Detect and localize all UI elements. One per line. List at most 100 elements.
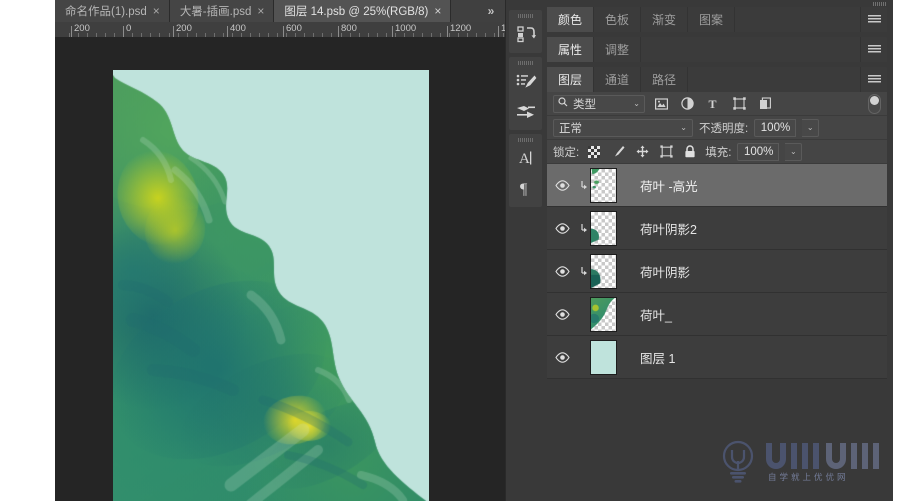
paragraph-panel-icon[interactable]: ¶ [509,173,542,203]
layer-name[interactable]: 荷叶_ [634,305,672,324]
layer-list[interactable]: 荷叶 -高光 荷叶阴影2 荷叶阴影荷叶_ 图层 1 [547,164,887,379]
opacity-chevron-down-icon[interactable]: ⌄ [802,118,820,137]
tab-gradients[interactable]: 渐变 [641,7,689,32]
blend-opacity-row: 正常 ⌄ 不透明度: 100% ⌄ [547,116,887,140]
tab-properties[interactable]: 属性 [547,37,595,62]
document-tab-2[interactable]: 图层 14.psb @ 25%(RGB/8) × [274,0,452,25]
layer-filter-kind-label: 类型 [573,98,596,111]
layer-thumbnail-cell[interactable] [590,296,634,332]
layer-visibility-toggle-4[interactable] [547,351,577,363]
eye-icon [554,265,570,277]
layer-thumbnail [590,210,617,246]
layers-panel-tabstrip: 图层 通道 路径 [547,67,887,92]
chevron-down-icon[interactable]: ⌄ [680,123,687,132]
history-actions-icon[interactable] [509,19,542,49]
document-tab-0-close-icon[interactable]: × [153,5,160,17]
document-tab-1-label: 大暑-插画.psd [179,6,252,18]
adjustment-filter-icon[interactable] [677,95,697,113]
right-panel-column: 颜色 色板 渐变 图案 属性 调整 图层 通道 路径 类型 ⌄ T 正常 ⌄ 不… [545,0,893,501]
tab-adjustments[interactable]: 调整 [594,37,642,62]
eye-icon [554,179,570,191]
document-tab-2-close-icon[interactable]: × [434,5,441,17]
clipping-mask-icon [577,266,590,277]
layer-thumbnail-cell[interactable] [590,167,634,203]
type-filter-icon[interactable]: T [703,95,723,113]
opacity-input[interactable]: 100% [754,118,797,137]
document-tab-0[interactable]: 命名作品(1).psd × [55,0,170,22]
layer-row[interactable]: 荷叶阴影2 [547,207,887,250]
color-panel-group: 颜色 色板 渐变 图案 [547,7,887,32]
chevron-down-icon[interactable]: ⌄ [633,99,640,108]
document-tab-1-close-icon[interactable]: × [257,5,264,17]
layer-name[interactable]: 图层 1 [634,348,675,367]
fill-input[interactable]: 100% [737,142,780,161]
color-panel-tabstrip: 颜色 色板 渐变 图案 [547,7,887,32]
lock-position-icon[interactable] [633,143,651,161]
layer-thumbnail-cell[interactable] [590,210,634,246]
color-panel-menu-icon[interactable] [861,7,887,32]
tab-overflow-button[interactable]: » [477,0,505,22]
ruler-major-tick [498,26,499,37]
artboard[interactable] [113,70,429,501]
layer-row[interactable]: 荷叶_ [547,293,887,336]
smart-object-filter-icon[interactable] [755,95,775,113]
ruler-major-tick [392,26,393,37]
layer-visibility-toggle-2[interactable] [547,265,577,277]
tab-layers[interactable]: 图层 [547,67,595,92]
shape-filter-icon[interactable] [729,95,749,113]
ruler-major-tick [283,26,284,37]
dock-grip[interactable] [509,12,542,19]
layer-thumbnail [590,253,617,289]
svg-text:¶: ¶ [520,181,528,197]
layer-row[interactable]: 图层 1 [547,336,887,379]
tab-paths[interactable]: 路径 [641,67,689,92]
layer-filter-kind-select[interactable]: 类型 ⌄ [553,94,645,113]
lock-image-pixels-icon[interactable] [609,143,627,161]
layer-visibility-toggle-1[interactable] [547,222,577,234]
artwork-canvas [113,70,429,501]
layer-row[interactable]: 荷叶阴影 [547,250,887,293]
tab-color[interactable]: 颜色 [547,7,595,32]
filter-enable-toggle[interactable] [868,93,881,114]
layer-visibility-toggle-0[interactable] [547,179,577,191]
character-panel-icon[interactable]: A [509,143,542,173]
ruler-label: 200 [74,23,90,34]
pixel-filter-icon[interactable] [651,95,671,113]
layers-panel-menu-icon[interactable] [861,67,887,92]
layer-thumbnail-cell[interactable] [590,339,634,375]
brush-settings-icon[interactable] [509,96,542,126]
brush-presets-icon[interactable] [509,66,542,96]
tab-swatches[interactable]: 色板 [594,7,642,32]
layer-visibility-toggle-3[interactable] [547,308,577,320]
layer-name[interactable]: 荷叶 -高光 [634,176,698,195]
panel-column-grip[interactable] [545,0,893,7]
document-tab-0-label: 命名作品(1).psd [65,6,147,18]
properties-panel-menu-icon[interactable] [861,37,887,62]
tabstrip-filler [735,7,861,32]
lock-fill-row: 锁定: 填充: 100% ⌄ [547,140,887,164]
lock-transparent-pixels-icon[interactable] [585,143,603,161]
tab-patterns[interactable]: 图案 [688,7,736,32]
document-tab-1[interactable]: 大暑-插画.psd × [169,0,275,22]
layer-name[interactable]: 荷叶阴影 [634,262,690,281]
dock-grip[interactable] [509,136,542,143]
search-icon [558,97,568,110]
ruler-label: 400 [230,23,246,34]
collapsed-panel-dock: A ¶ [505,0,545,501]
layer-name[interactable]: 荷叶阴影2 [634,219,697,238]
dock-grip[interactable] [509,59,542,66]
dock-group-type: A ¶ [509,134,542,207]
lock-label: 锁定: [553,146,580,159]
fill-chevron-down-icon[interactable]: ⌄ [785,142,803,161]
canvas-viewport[interactable] [55,37,505,501]
tab-channels[interactable]: 通道 [594,67,642,92]
layer-thumbnail-cell[interactable] [590,253,634,289]
ruler-major-tick [447,26,448,37]
blend-mode-select[interactable]: 正常 ⌄ [553,118,693,137]
lock-all-icon[interactable] [681,143,699,161]
lock-artboard-nesting-icon[interactable] [657,143,675,161]
layer-row[interactable]: 荷叶 -高光 [547,164,887,207]
ruler-major-tick [338,26,339,37]
ruler-label: 1000 [395,23,417,34]
horizontal-ruler[interactable]: 200 0 200 400 600 800 1000 1200 1 [55,22,505,37]
